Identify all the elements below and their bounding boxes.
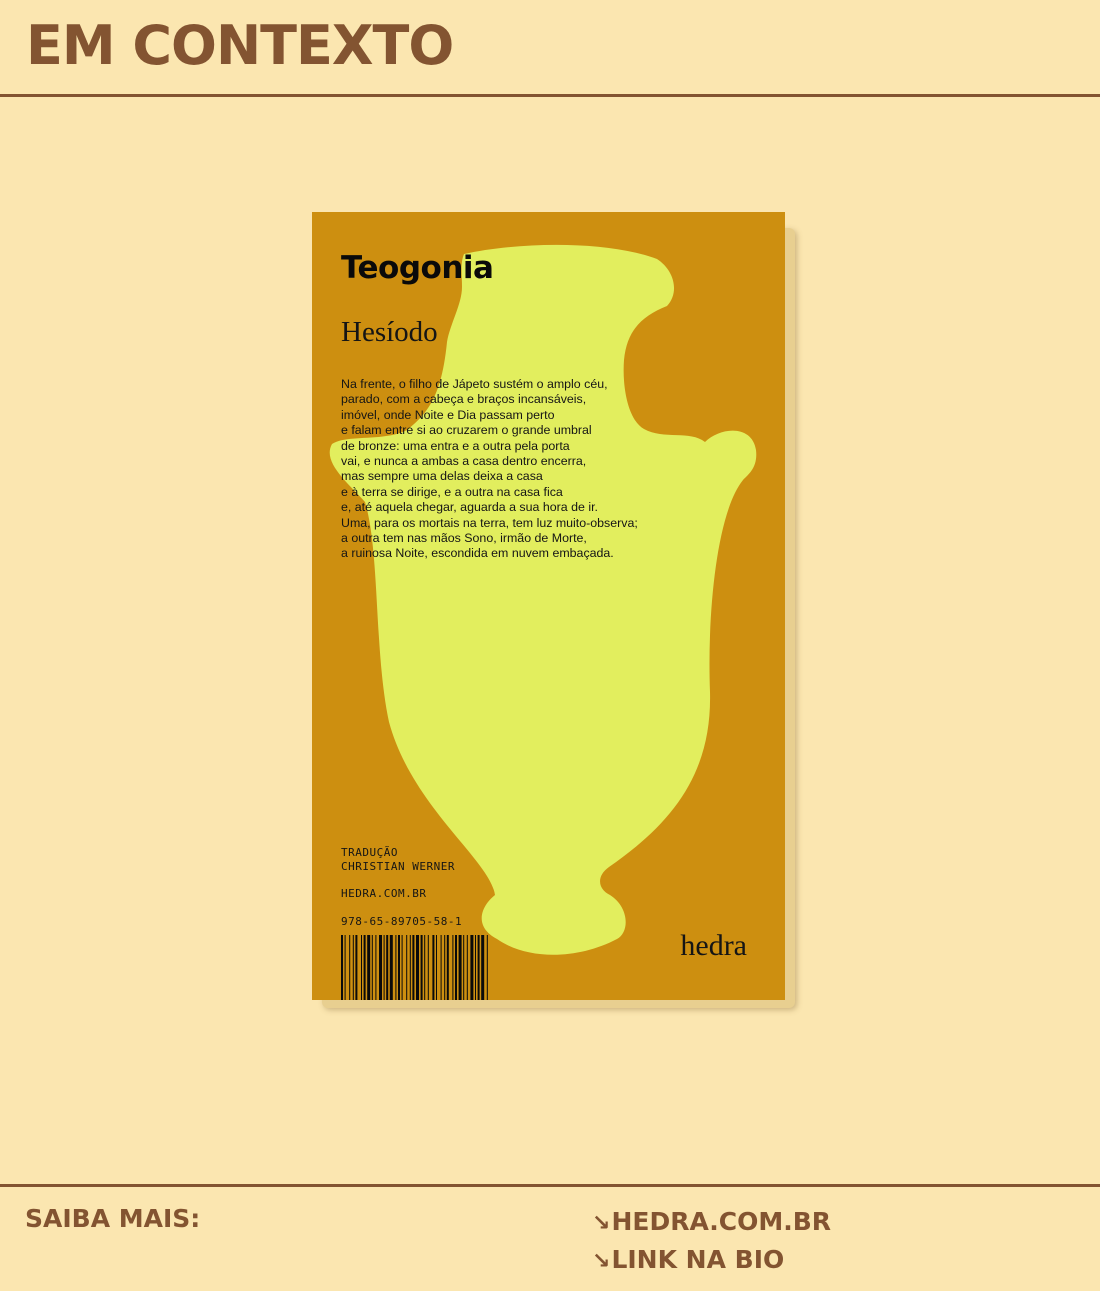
book-cover-container: Teogonia Hesíodo Na frente, o filho de J… bbox=[312, 212, 795, 1008]
footer-divider bbox=[0, 1184, 1100, 1187]
footer-link-bio[interactable]: ↘LINK NA BIO bbox=[592, 1242, 831, 1280]
footer-link-label: LINK NA BIO bbox=[611, 1245, 785, 1274]
page-title: EM CONTEXTO bbox=[26, 14, 454, 77]
book-title: Teogonia bbox=[341, 250, 494, 286]
barcode-icon bbox=[341, 935, 488, 1000]
book-isbn: 978-65-89705-58-1 bbox=[341, 915, 463, 928]
footer-label: SAIBA MAIS: bbox=[25, 1204, 201, 1233]
book-site: HEDRA.COM.BR bbox=[341, 887, 427, 900]
book-translator: TRADUÇÃO CHRISTIAN WERNER bbox=[341, 846, 455, 873]
header-divider bbox=[0, 94, 1100, 97]
footer-links: ↘HEDRA.COM.BR ↘LINK NA BIO bbox=[592, 1204, 831, 1280]
footer-link-site[interactable]: ↘HEDRA.COM.BR bbox=[592, 1204, 831, 1242]
arrow-down-right-icon: ↘ bbox=[592, 1249, 611, 1274]
book-excerpt: Na frente, o filho de Jápeto sustém o am… bbox=[341, 377, 638, 561]
footer-link-label: HEDRA.COM.BR bbox=[611, 1207, 832, 1236]
book-author: Hesíodo bbox=[341, 316, 438, 348]
arrow-down-right-icon: ↘ bbox=[592, 1211, 611, 1236]
publisher-logo: hedra bbox=[680, 929, 747, 962]
book-cover[interactable]: Teogonia Hesíodo Na frente, o filho de J… bbox=[312, 212, 785, 1000]
